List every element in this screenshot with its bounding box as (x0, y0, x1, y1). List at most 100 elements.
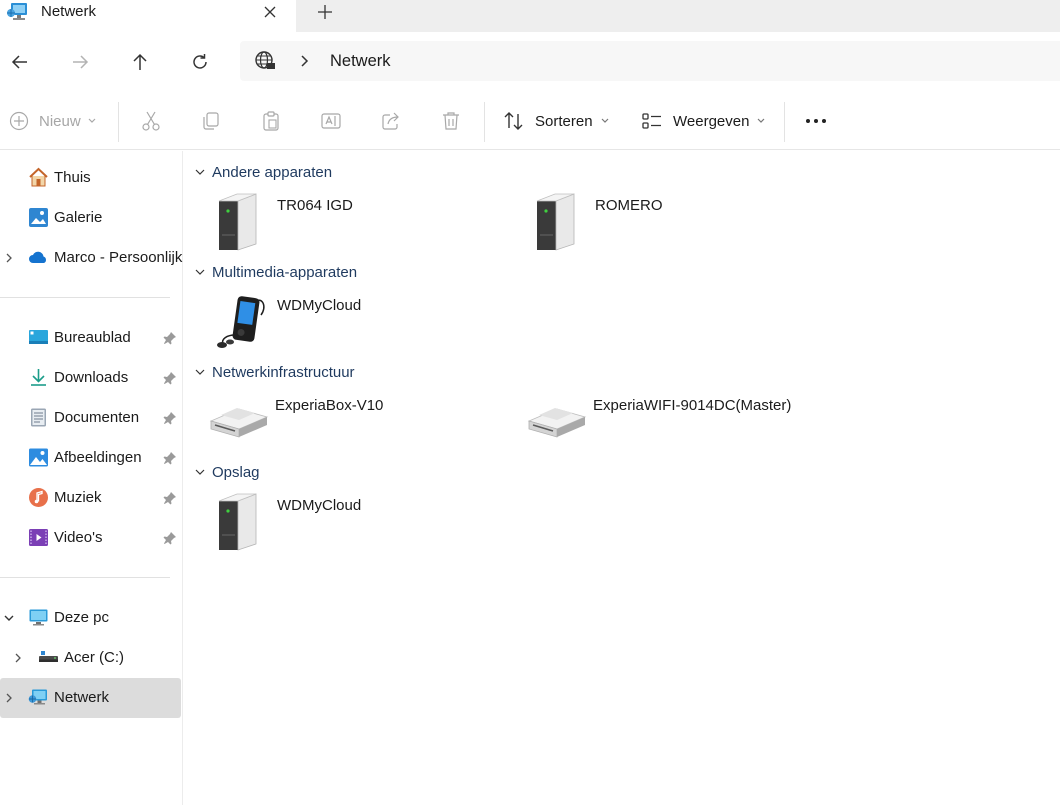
rename-button[interactable] (320, 92, 342, 150)
paste-button[interactable] (260, 92, 282, 150)
group-title: Andere apparaten (212, 163, 333, 181)
sidebar-item-acer-c[interactable]: Acer (C:) (0, 638, 181, 678)
sidebar-item-label: Marco - Persoonlijk (54, 249, 183, 266)
chevron-right-icon[interactable] (3, 251, 15, 265)
group-title: Opslag (212, 463, 260, 481)
home-icon (29, 167, 48, 187)
device-item[interactable]: TR064 IGD (211, 191, 521, 255)
group-header-andere-apparaten[interactable]: Andere apparaten (194, 160, 332, 184)
pin-icon[interactable] (163, 371, 177, 385)
pictures-icon (29, 448, 48, 467)
sidebar-item-label: Bureaublad (54, 329, 131, 346)
sidebar-item-onedrive[interactable]: Marco - Persoonlijk (0, 238, 183, 278)
group-title: Multimedia-apparaten (212, 263, 358, 281)
breadcrumb-netwerk[interactable]: Netwerk (330, 52, 391, 71)
sidebar-item-netwerk[interactable]: Netwerk (0, 678, 181, 718)
group-header-netwerkinfrastructuur[interactable]: Netwerkinfrastructuur (194, 360, 355, 384)
device-label: ROMERO (595, 197, 663, 214)
sidebar-item-label: Documenten (54, 409, 140, 426)
pin-icon[interactable] (163, 491, 177, 505)
view-button[interactable]: Weergeven (641, 92, 766, 150)
address-bar[interactable]: Netwerk (240, 41, 1060, 81)
router-icon (209, 408, 269, 438)
chevron-down-icon (88, 118, 96, 123)
sidebar-divider (0, 297, 170, 298)
device-item[interactable]: ROMERO (529, 191, 839, 255)
new-tab-icon[interactable] (316, 3, 334, 21)
sidebar-item-label: Downloads (54, 369, 129, 386)
view-button-label: Weergeven (673, 112, 750, 130)
chevron-down-icon (758, 118, 765, 123)
new-button[interactable]: Nieuw (9, 92, 97, 150)
tab-netwerk[interactable]: Netwerk (0, 0, 296, 32)
server-icon (218, 193, 257, 251)
document-icon (31, 408, 46, 427)
more-button[interactable] (804, 92, 828, 150)
forward-icon[interactable] (69, 51, 91, 73)
group-header-opslag[interactable]: Opslag (194, 460, 260, 484)
copy-button[interactable] (200, 92, 222, 150)
chevron-down-icon[interactable] (3, 611, 15, 625)
share-button[interactable] (380, 92, 402, 150)
download-icon (31, 369, 46, 386)
sidebar-item-thuis[interactable]: Thuis (0, 158, 181, 198)
sidebar-divider (0, 577, 170, 578)
sidebar-item-bureaublad[interactable]: Bureaublad (0, 318, 181, 358)
network-monitor-icon (7, 3, 27, 20)
up-icon[interactable] (129, 51, 151, 73)
pin-icon[interactable] (163, 331, 177, 345)
device-item[interactable]: ExperiaWIFI-9014DC(Master) (525, 391, 835, 455)
sidebar-item-label: Video's (54, 529, 103, 546)
chevron-right-icon[interactable] (298, 54, 310, 68)
sidebar-item-downloads[interactable]: Downloads (0, 358, 181, 398)
sidebar-item-label: Afbeeldingen (54, 449, 142, 466)
music-icon (29, 488, 48, 507)
separator (784, 102, 785, 142)
sidebar-item-muziek[interactable]: Muziek (0, 478, 181, 518)
sidebar-item-afbeeldingen[interactable]: Afbeeldingen (0, 438, 181, 478)
refresh-icon[interactable] (189, 51, 211, 73)
sidebar-item-label: Muziek (54, 489, 102, 506)
sidebar-item-label: Deze pc (54, 609, 110, 626)
device-item[interactable]: WDMyCloud (211, 491, 521, 555)
new-button-label: Nieuw (39, 112, 81, 130)
sort-icon (504, 112, 523, 130)
media-player-icon (217, 296, 265, 348)
chevron-right-icon[interactable] (3, 691, 15, 705)
share-icon (382, 112, 399, 130)
close-icon[interactable] (262, 4, 278, 20)
copy-icon (203, 112, 219, 130)
view-list-icon (642, 113, 661, 129)
navigation-bar: Netwerk (0, 32, 1060, 90)
command-bar: Nieuw Sorteren Weergeven (0, 92, 1060, 150)
sidebar-item-documenten[interactable]: Documenten (0, 398, 181, 438)
sidebar-item-videos[interactable]: Video's (0, 518, 181, 558)
group-header-multimedia-apparaten[interactable]: Multimedia-apparaten (194, 260, 357, 284)
device-item[interactable]: ExperiaBox-V10 (207, 391, 517, 455)
rename-icon (321, 113, 341, 129)
tab-strip: Netwerk (0, 0, 1060, 32)
file-view: Andere apparaten TR064 IGD ROMERO Multim… (184, 151, 1060, 805)
separator (118, 102, 119, 142)
delete-button[interactable] (440, 92, 462, 150)
sidebar-item-deze-pc[interactable]: Deze pc (0, 598, 181, 638)
gallery-icon (29, 208, 48, 227)
sidebar-item-label: Acer (C:) (64, 649, 124, 666)
pin-icon[interactable] (163, 411, 177, 425)
pin-icon[interactable] (163, 531, 177, 545)
sort-button[interactable]: Sorteren (503, 92, 610, 150)
clipboard-icon (263, 111, 279, 131)
pin-icon[interactable] (163, 451, 177, 465)
back-icon[interactable] (9, 51, 31, 73)
sidebar-item-galerie[interactable]: Galerie (0, 198, 181, 238)
chevron-down-icon (195, 169, 205, 175)
chevron-right-icon[interactable] (12, 651, 24, 665)
computer-icon (29, 609, 48, 626)
cut-button[interactable] (140, 92, 162, 150)
more-icon (806, 119, 826, 123)
drive-icon (39, 651, 58, 662)
device-label: WDMyCloud (277, 497, 362, 514)
device-item[interactable]: WDMyCloud (211, 291, 521, 355)
chevron-down-icon (195, 369, 205, 375)
sidebar-item-label: Thuis (54, 169, 91, 186)
